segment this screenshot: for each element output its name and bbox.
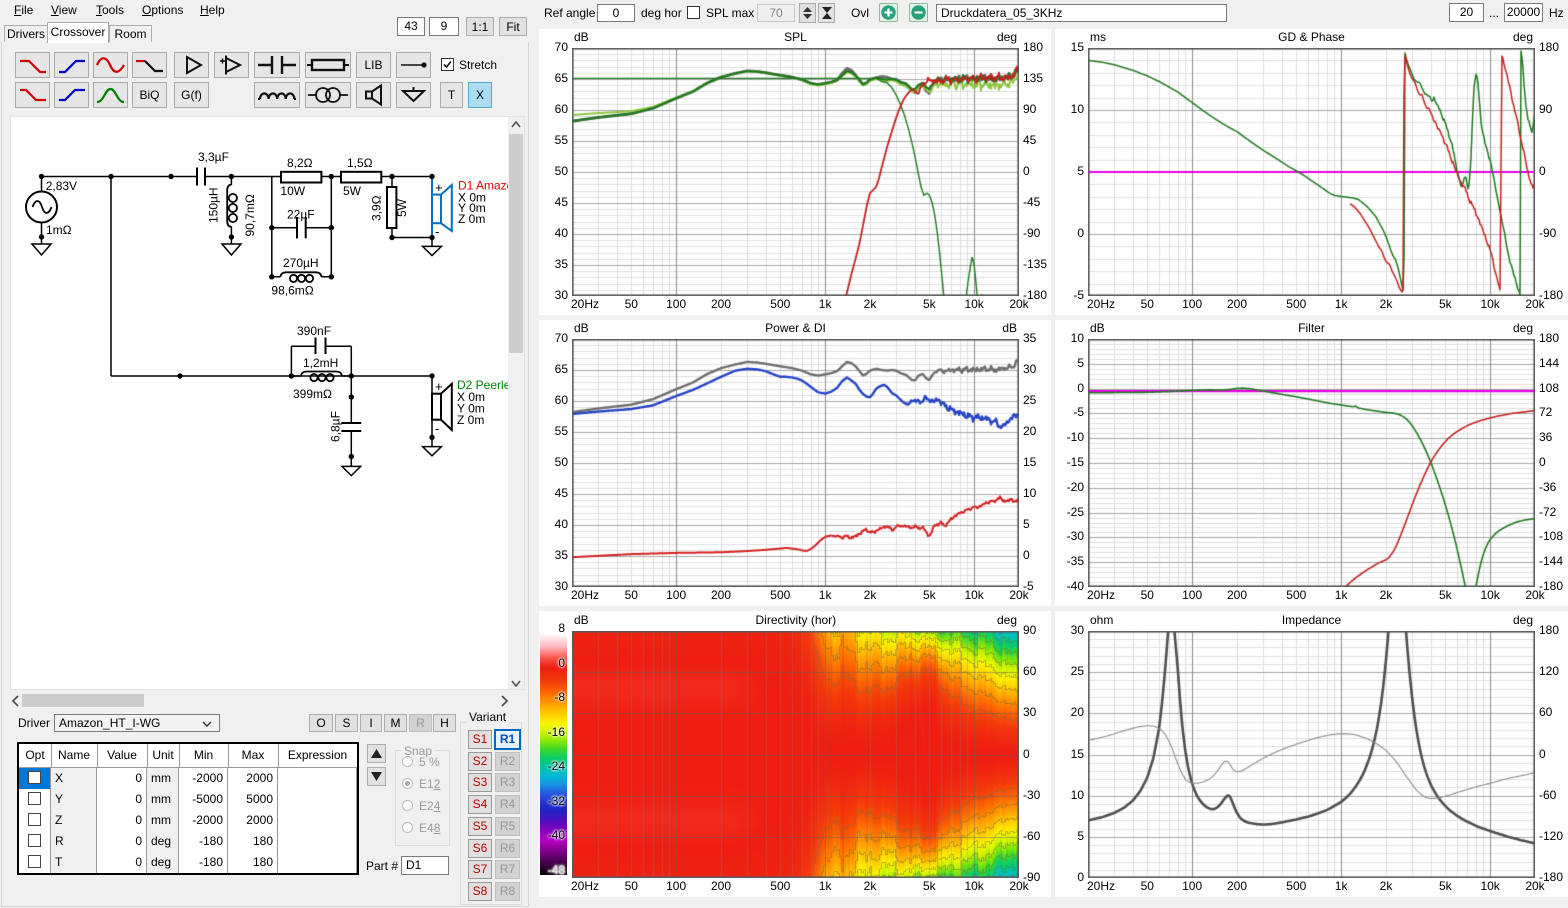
svg-text:5W: 5W <box>395 198 409 217</box>
svg-text:98,6mΩ: 98,6mΩ <box>271 284 313 298</box>
svg-text:D2 Peerles: D2 Peerles <box>457 378 508 392</box>
svg-text:1,5Ω: 1,5Ω <box>347 156 373 170</box>
svg-text:10W: 10W <box>280 184 305 198</box>
svg-text:3,9Ω: 3,9Ω <box>370 195 384 221</box>
svg-text:150µH: 150µH <box>207 187 221 223</box>
svg-text:6,8µF: 6,8µF <box>329 411 343 442</box>
svg-text:3,3µF: 3,3µF <box>198 150 229 164</box>
svg-text:-: - <box>435 224 439 239</box>
svg-text:399mΩ: 399mΩ <box>293 387 332 401</box>
svg-text:+: + <box>435 379 443 394</box>
svg-text:270µH: 270µH <box>283 256 319 270</box>
svg-text:+: + <box>435 180 443 195</box>
svg-text:1mΩ: 1mΩ <box>46 223 72 237</box>
svg-text:Z 0m: Z 0m <box>457 413 484 427</box>
svg-text:-: - <box>435 421 439 436</box>
svg-text:8,2Ω: 8,2Ω <box>287 156 313 170</box>
svg-text:90,7mΩ: 90,7mΩ <box>243 194 257 236</box>
svg-text:Z 0m: Z 0m <box>458 212 485 226</box>
svg-text:390nF: 390nF <box>297 324 331 338</box>
svg-text:5W: 5W <box>343 184 362 198</box>
svg-text:1,2mH: 1,2mH <box>303 356 338 370</box>
svg-text:D1 Amazon: D1 Amazon <box>458 179 508 193</box>
svg-text:2,83V: 2,83V <box>46 179 77 193</box>
svg-text:22µF: 22µF <box>287 208 315 222</box>
